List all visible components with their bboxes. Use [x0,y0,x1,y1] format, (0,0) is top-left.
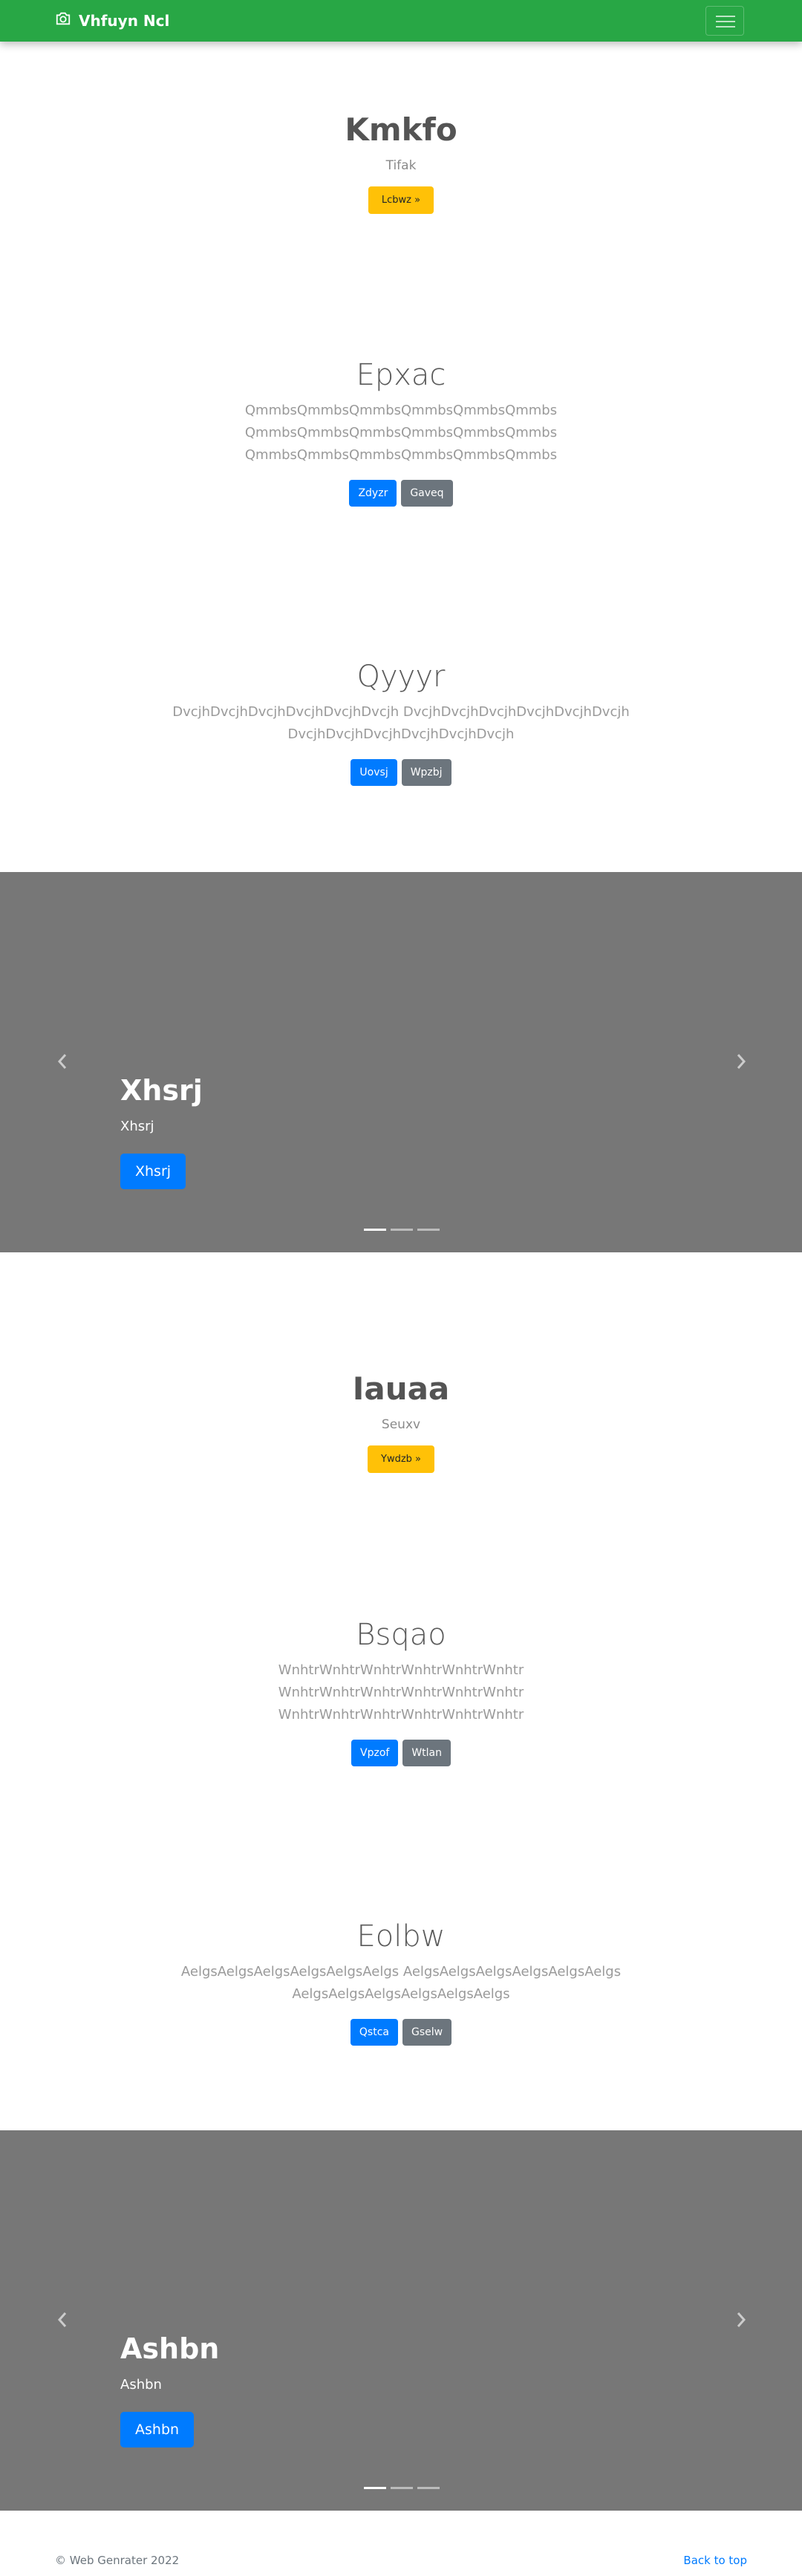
carousel-indicator[interactable] [364,2487,386,2489]
text-line: AelgsAelgsAelgsAelgsAelgsAelgs [292,1986,510,2002]
jumbotron-2: Iauaa Seuxv Ywdzb » [0,1370,802,1473]
lcbwz-button[interactable]: Lcbwz » [368,186,434,214]
hamburger-menu-icon [716,16,735,17]
uovsj-button[interactable]: Uovsj [351,759,397,786]
carousel-text: Ashbn [120,2377,162,2393]
text-line: WnhtrWnhtrWnhtrWnhtrWnhtrWnhtr [278,1662,524,1678]
wpzbj-button[interactable]: Wpzbj [401,759,451,786]
carousel-caption: Xhsrj Xhsrj Xhsrj [120,1074,203,1189]
section-title: Eolbw [356,1919,446,1954]
text-line: DvcjhDvcjhDvcjhDvcjhDvcjhDvcjh [287,726,515,742]
text-line: QmmbsQmmbsQmmbsQmmbsQmmbsQmmbs [244,447,558,463]
carousel-indicator[interactable] [417,2487,440,2489]
section-text: QmmbsQmmbsQmmbsQmmbsQmmbsQmmbs QmmbsQmmb… [0,400,802,466]
jumbotron-subtitle: Tifak [385,158,417,173]
carousel-text: Xhsrj [120,1119,154,1134]
chevron-left-icon [57,1054,67,1069]
carousel-2: Ashbn Ashbn Ashbn [0,2130,802,2511]
chevron-right-icon [737,1054,746,1069]
ywdzb-button[interactable]: Ywdzb » [368,1445,434,1473]
carousel-indicators [364,1229,440,1231]
carousel-button[interactable]: Xhsrj [120,1154,186,1189]
section-title: Bsqao [356,1618,446,1652]
text-line: WnhtrWnhtrWnhtrWnhtrWnhtrWnhtr [278,1707,524,1723]
zdyzr-button[interactable]: Zdyzr [349,480,397,507]
back-to-top-link[interactable]: Back to top [683,2554,747,2567]
copyright-text: © Web Genrater 2022 [55,2554,180,2567]
section-title: Qyyyr [356,660,446,694]
carousel-indicator[interactable] [391,1229,413,1231]
chevron-left-icon [57,2312,67,2327]
carousel-button[interactable]: Ashbn [120,2412,195,2447]
section-eolbw: Eolbw AelgsAelgsAelgsAelgsAelgsAelgs Ael… [0,1919,802,2046]
carousel-prev-button[interactable] [53,2309,71,2331]
carousel-indicator[interactable] [417,1229,440,1231]
section-bsqao: Bsqao WnhtrWnhtrWnhtrWnhtrWnhtrWnhtr Wnh… [0,1618,802,1766]
carousel-caption: Ashbn Ashbn Ashbn [120,2332,219,2447]
section-qyyyr: Qyyyr DvcjhDvcjhDvcjhDvcjhDvcjhDvcjh Dvc… [0,660,802,786]
gselw-button[interactable]: Gselw [402,2019,452,2046]
brand-text: Vhfuyn Ncl [79,11,170,30]
carousel-prev-button[interactable] [53,1050,71,1073]
section-text: WnhtrWnhtrWnhtrWnhtrWnhtrWnhtr WnhtrWnht… [0,1659,802,1726]
carousel-1: Xhsrj Xhsrj Xhsrj [0,872,802,1252]
carousel-heading: Ashbn [120,2332,220,2365]
section-title: Epxac [356,358,446,392]
text-line: DvcjhDvcjhDvcjhDvcjhDvcjhDvcjh DvcjhDvcj… [172,704,630,720]
section-text: DvcjhDvcjhDvcjhDvcjhDvcjhDvcjh DvcjhDvcj… [0,701,802,746]
section-text: AelgsAelgsAelgsAelgsAelgsAelgs AelgsAelg… [0,1961,802,2006]
hamburger-line [716,26,735,27]
jumbotron-title: Kmkfo [345,111,457,148]
footer: © Web Genrater 2022 Back to top [0,2511,802,2576]
jumbotron-subtitle: Seuxv [381,1417,421,1432]
text-line: QmmbsQmmbsQmmbsQmmbsQmmbsQmmbs [244,403,558,418]
vpzof-button[interactable]: Vpzof [351,1740,399,1766]
chevron-right-icon [737,2312,746,2327]
gaveq-button[interactable]: Gaveq [401,480,453,507]
text-line: WnhtrWnhtrWnhtrWnhtrWnhtrWnhtr [278,1685,524,1700]
carousel-heading: Xhsrj [120,1074,203,1107]
jumbotron-title: Iauaa [352,1370,450,1407]
navbar-toggler-button[interactable] [705,6,744,36]
hamburger-line [716,21,735,22]
carousel-indicator[interactable] [391,2487,413,2489]
jumbotron-1: Kmkfo Tifak Lcbwz » [0,111,802,214]
carousel-next-button[interactable] [732,2309,750,2331]
section-epxac: Epxac QmmbsQmmbsQmmbsQmmbsQmmbsQmmbs Qmm… [0,358,802,507]
text-line: QmmbsQmmbsQmmbsQmmbsQmmbsQmmbs [244,425,558,440]
carousel-indicators [364,2487,440,2489]
text-line: AelgsAelgsAelgsAelgsAelgsAelgs AelgsAelg… [180,1964,622,1980]
navbar: Vhfuyn Ncl [0,0,802,42]
carousel-indicator[interactable] [364,1229,386,1231]
navbar-brand[interactable]: Vhfuyn Ncl [55,10,169,30]
qstca-button[interactable]: Qstca [350,2019,398,2046]
camera-icon [55,10,71,30]
wtlan-button[interactable]: Wtlan [402,1740,451,1766]
carousel-next-button[interactable] [732,1050,750,1073]
